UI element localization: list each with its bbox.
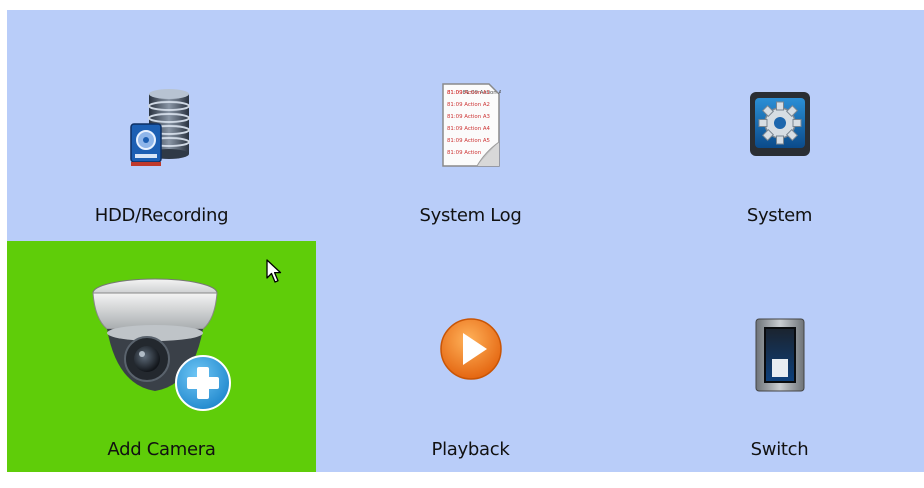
log-line: 81:09 Action A4 <box>447 126 491 132</box>
hdd-database-icon <box>129 89 190 166</box>
dome-camera-add-icon <box>91 278 231 411</box>
menu-label: Add Camera <box>107 439 216 460</box>
menu-label: System <box>746 205 813 226</box>
menu-label: HDD/Recording <box>94 205 229 226</box>
log-line: 81:09 Action A5 <box>447 138 490 144</box>
menu-tile-switch[interactable]: Switch <box>625 241 924 472</box>
menu-tile-playback[interactable]: Playback <box>316 241 625 472</box>
menu-label: Playback <box>431 439 510 460</box>
mouse-pointer-icon <box>266 259 282 283</box>
menu-label: System Log <box>419 205 522 226</box>
power-switch-icon <box>755 318 804 392</box>
menu-label: Switch <box>750 439 809 460</box>
main-menu-panel: HDD/Recording 81:0981:09 Action A1 81:09… <box>7 10 924 472</box>
menu-tile-hdd-recording[interactable]: HDD/Recording <box>7 10 316 241</box>
gear-settings-icon <box>749 92 810 156</box>
log-line: 81:09 Action A1 <box>447 90 490 96</box>
play-icon <box>439 318 502 380</box>
log-line: 81:09 Action A2 <box>447 102 490 108</box>
menu-tile-system[interactable]: System <box>625 10 924 241</box>
log-line: 81:09 Action A3 <box>447 114 490 120</box>
system-log-document-icon: 81:0981:09 Action A1 81:09 Action A1 81:… <box>441 83 501 167</box>
log-line: 81:09 Action <box>447 150 481 156</box>
menu-tile-system-log[interactable]: 81:0981:09 Action A1 81:09 Action A1 81:… <box>316 10 625 241</box>
